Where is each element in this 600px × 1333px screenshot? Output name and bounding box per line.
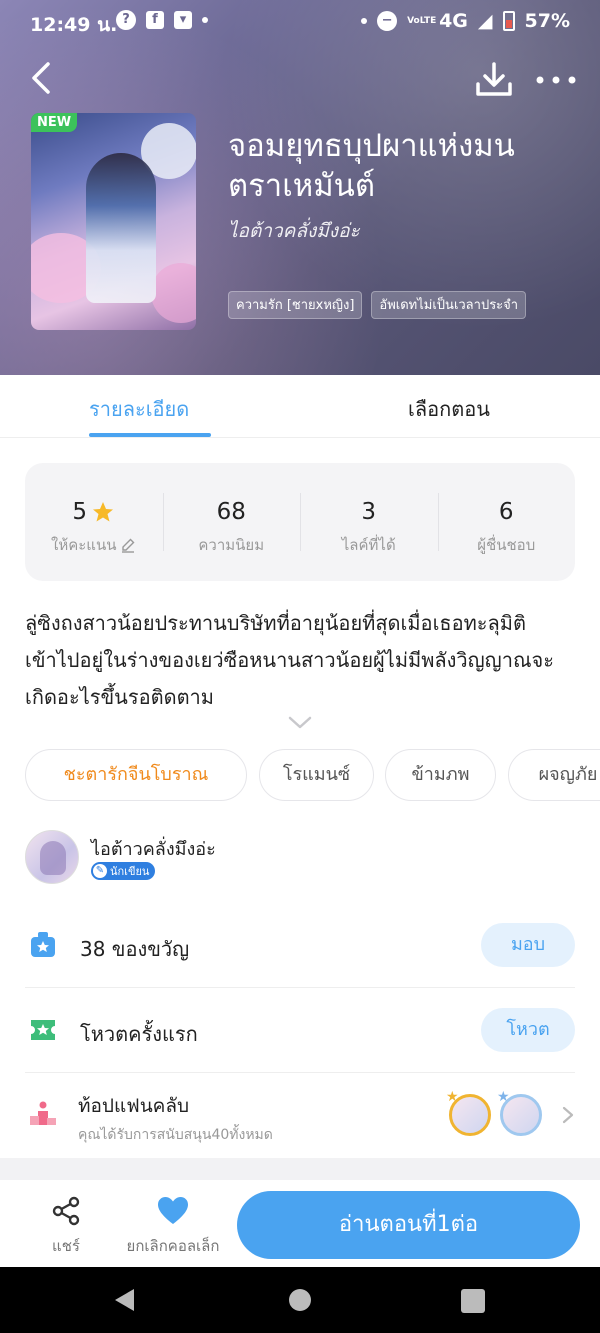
genre-tag[interactable]: ผจญภัย [508,749,600,801]
top-fans-title: ท้อปแฟนคลับ [78,1095,190,1117]
more-options-icon[interactable] [534,64,578,96]
stats-card: 5 ให้คะแนน 68 ความนิยม 3 ไลค์ที่ได้ 6 ผู… [25,463,575,581]
stat-likes: 3 ไลค์ที่ได้ [300,463,438,581]
download-icon[interactable] [474,60,514,100]
status-bar: 12:49 น. ? f ▾ − VoLTE 4G ◢ 57% [0,0,600,44]
share-icon [52,1196,80,1226]
volte-icon: VoLTE [407,16,437,26]
active-tab-indicator [89,433,211,437]
system-navigation-bar [0,1267,600,1333]
battery-percent: 57% [524,10,570,32]
uncollect-button[interactable]: ยกเลิกคอลเล็ก [120,1196,226,1258]
rating-value: 5 [72,499,88,525]
stat-value: 68 [216,499,246,525]
back-icon[interactable] [26,58,62,98]
gift-row: 38 ของขวัญ มอบ [25,903,575,988]
stat-label: ผู้ชื่นชอบ [477,536,536,554]
book-cover[interactable]: NEW [31,113,196,330]
book-tags: ความรัก [ชายxหญิง] อัพเดทไม่เป็นเวลาประจ… [228,291,527,319]
section-divider [0,1158,600,1180]
crown-icon: ★ [497,1089,510,1105]
tab-bar: รายละเอียด เลือกตอน [0,375,600,438]
network-type: 4G [439,10,468,32]
vote-label: โหวตครั้งแรก [80,1022,198,1046]
heart-icon [158,1197,188,1224]
edit-icon [122,538,135,553]
author-card[interactable]: ไอต้าวคลั่งมึงอ่ะ ✎ นักเขียน [25,830,575,886]
stat-label: ไลค์ที่ได้ [341,536,396,554]
book-tag: อัพเดทไม่เป็นเวลาประจำ [371,291,527,319]
avatar[interactable] [25,830,79,884]
continue-reading-button[interactable]: อ่านตอนที่1ต่อ [237,1191,580,1259]
stat-fans: 6 ผู้ชื่นชอบ [437,463,576,581]
book-tag: ความรัก [ชายxหญิง] [228,291,363,319]
vote-row: โหวตครั้งแรก โหวต [25,988,575,1073]
crown-icon: ★ [446,1089,459,1105]
stat-value: 3 [361,499,377,525]
uncollect-label: ยกเลิกคอลเล็ก [126,1237,220,1255]
chevron-down-icon[interactable] [286,712,314,732]
shopping-bag-icon: ▾ [174,11,192,29]
give-gift-button[interactable]: มอบ [481,923,575,967]
book-author[interactable]: ไอต้าวคลั่งมึงอ่ะ [228,216,360,246]
gift-count: 38 ของขวัญ [80,937,190,961]
book-title: จอมยุทธบุปผาแห่งมนตราเหมันต์ [228,128,515,204]
share-button[interactable]: แชร์ [36,1196,96,1258]
new-badge: NEW [31,113,78,132]
genre-tags: ชะตารักจีนโบราณ โรแมนซ์ ข้ามภพ ผจญภัย [25,749,600,801]
do-not-disturb-icon: − [377,11,398,31]
bottom-action-bar: แชร์ ยกเลิกคอลเล็ก อ่านตอนที่1ต่อ [0,1180,600,1267]
top-fans-row[interactable]: ท้อปแฟนคลับ คุณได้รับการสนับสนุน40ทั้งหม… [25,1073,575,1157]
notification-dot [361,18,368,24]
stat-value: 6 [498,499,514,525]
chevron-right-icon[interactable] [561,1105,575,1125]
app-notification-icon: ? [116,10,136,30]
vote-button[interactable]: โหวต [481,1008,575,1052]
vote-ticket-icon [31,1020,55,1040]
battery-icon [502,11,515,31]
stat-rating[interactable]: 5 ให้คะแนน [25,463,163,581]
nav-home-icon[interactable] [289,1289,311,1311]
genre-tag[interactable]: โรแมนซ์ [259,749,374,801]
gift-icon [31,932,55,957]
book-header: 12:49 น. ? f ▾ − VoLTE 4G ◢ 57% NEW จอมย… [0,0,600,375]
stat-label: ความนิยม [198,536,265,554]
nav-back-icon[interactable] [112,1287,138,1313]
podium-icon [30,1101,56,1125]
status-time: 12:49 น. [30,14,118,36]
genre-tag[interactable]: ชะตารักจีนโบราณ [25,749,247,801]
book-detail-page: 12:49 น. ? f ▾ − VoLTE 4G ◢ 57% NEW จอมย… [0,0,600,1333]
share-label: แชร์ [52,1237,80,1255]
genre-tag[interactable]: ข้ามภพ [385,749,496,801]
facebook-icon: f [146,11,164,29]
fan-avatar[interactable]: ★ [446,1089,491,1136]
pen-icon: ✎ [93,864,107,878]
stat-label: ให้คะแนน [51,536,117,554]
nav-recents-icon[interactable] [461,1289,485,1313]
top-fans-subtitle: คุณได้รับการสนับสนุน40ทั้งหมด [78,1127,273,1143]
writer-badge: ✎ นักเขียน [91,862,156,880]
tab-chapters[interactable]: เลือกตอน [408,393,490,425]
fan-avatar[interactable]: ★ [497,1089,542,1136]
signal-icon: ◢ [477,10,493,32]
stat-popularity: 68 ความนิยม [162,463,301,581]
more-notifications-dot [202,17,208,23]
author-name: ไอต้าวคลั่งมึงอ่ะ [91,839,216,860]
book-description: ลู่ซิงถงสาวน้อยประทานบริษัทที่อายุน้อยที… [25,611,554,709]
star-icon [93,502,114,522]
tab-details[interactable]: รายละเอียด [89,393,189,425]
